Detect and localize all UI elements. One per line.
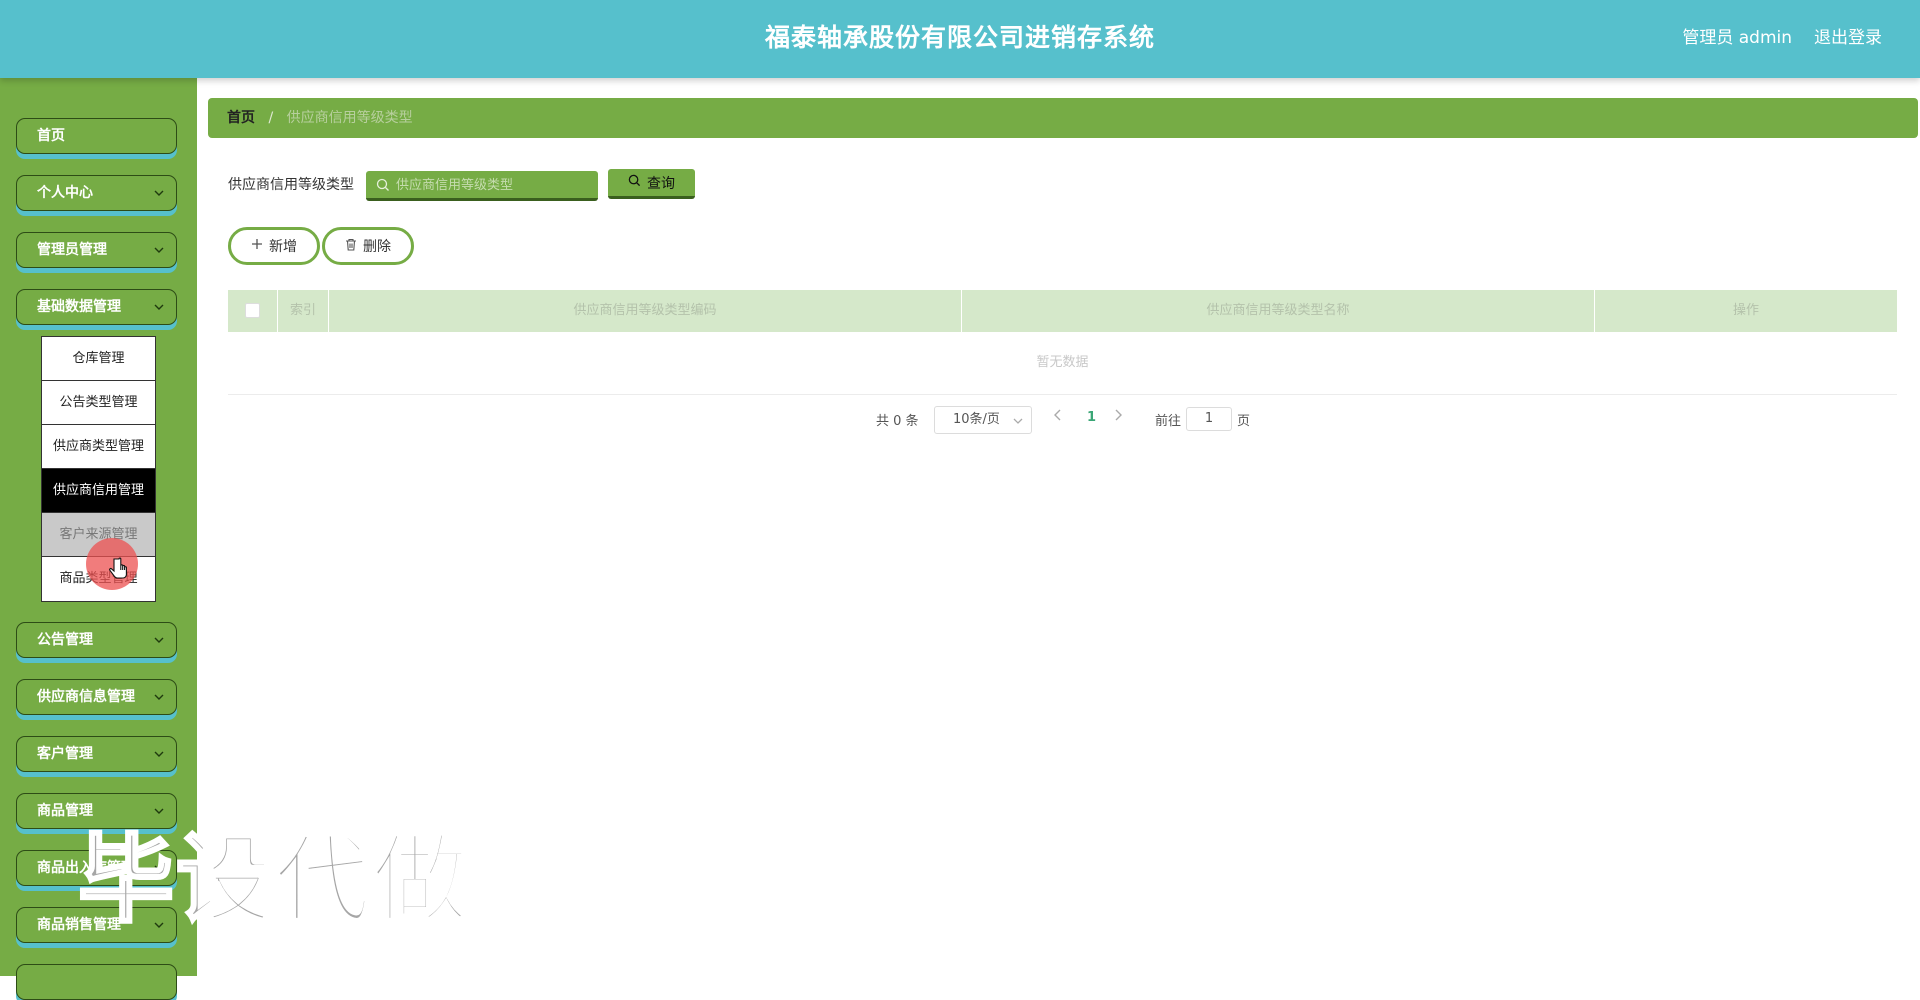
breadcrumb-separator: / xyxy=(268,110,274,126)
search-icon xyxy=(376,177,390,191)
sidebar-item-label: 供应商信息管理 xyxy=(37,689,135,705)
logout-link[interactable]: 退出登录 xyxy=(1814,0,1882,76)
chevron-down-icon xyxy=(152,737,166,771)
pagination: 共 0 条 10条/页 1 前往 1 页 xyxy=(0,406,1920,434)
hand-cursor-icon xyxy=(108,557,128,585)
add-button-label: 新增 xyxy=(269,239,297,255)
column-header-code: 供应商信用等级类型编码 xyxy=(329,290,962,332)
sidebar-item-notice[interactable]: 公告管理 xyxy=(16,622,177,658)
page-unit-label: 页 xyxy=(1237,414,1251,429)
sidebar-item-label: 客户管理 xyxy=(37,746,93,762)
sidebar-item-personal-center[interactable]: 个人中心 xyxy=(16,175,177,211)
query-button-label: 查询 xyxy=(647,175,675,192)
prev-page-button[interactable] xyxy=(1054,409,1062,425)
column-header-name: 供应商信用等级类型名称 xyxy=(962,290,1595,332)
sidebar-item-customer[interactable]: 客户管理 xyxy=(16,736,177,772)
goto-label: 前往 xyxy=(1155,414,1182,429)
chevron-down-icon xyxy=(152,176,166,210)
trash-icon xyxy=(345,238,357,255)
search-field[interactable] xyxy=(366,171,598,201)
pagination-total: 共 0 条 xyxy=(876,414,919,429)
breadcrumb-home[interactable]: 首页 xyxy=(227,110,255,126)
sidebar-item-home[interactable]: 首页 xyxy=(16,118,177,154)
sidebar-item-label: 基础数据管理 xyxy=(37,299,121,315)
sidebar-item-label: 管理员管理 xyxy=(37,242,107,258)
table-header: 索引 供应商信用等级类型编码 供应商信用等级类型名称 操作 xyxy=(228,290,1897,332)
select-all-cell[interactable] xyxy=(228,290,278,332)
next-page-button[interactable] xyxy=(1114,409,1122,425)
chevron-down-icon xyxy=(152,233,166,267)
chevron-left-icon xyxy=(1054,409,1061,421)
search-icon xyxy=(628,174,641,191)
page-size-value: 10条/页 xyxy=(953,412,1000,427)
sidebar-item-basic-data[interactable]: 基础数据管理 xyxy=(16,289,177,325)
sidebar-item-more[interactable] xyxy=(16,964,177,1000)
select-all-checkbox[interactable] xyxy=(245,303,260,318)
delete-button[interactable]: 删除 xyxy=(322,227,414,265)
watermark-text: 毕设代做 xyxy=(77,823,470,938)
chevron-right-icon xyxy=(1115,409,1122,421)
sidebar-item-label: 个人中心 xyxy=(37,185,93,201)
sidebar-item-supplier-info[interactable]: 供应商信息管理 xyxy=(16,679,177,715)
add-button[interactable]: 新增 xyxy=(228,227,320,265)
breadcrumb: 首页 / 供应商信用等级类型 xyxy=(208,98,1918,138)
search-label: 供应商信用等级类型 xyxy=(228,177,354,193)
search-input[interactable] xyxy=(394,171,596,200)
chevron-down-icon xyxy=(152,680,166,714)
chevron-down-icon xyxy=(152,290,166,324)
page-size-select[interactable]: 10条/页 xyxy=(934,406,1032,434)
app-title: 福泰轴承股份有限公司进销存系统 xyxy=(764,23,1155,52)
chevron-down-icon xyxy=(1013,408,1023,434)
breadcrumb-current: 供应商信用等级类型 xyxy=(286,110,413,126)
submenu-item-supplier-credit[interactable]: 供应商信用管理 xyxy=(42,469,155,513)
sidebar-item-label: 首页 xyxy=(37,128,65,144)
page-number-current[interactable]: 1 xyxy=(1087,410,1096,425)
delete-button-label: 删除 xyxy=(363,239,391,255)
chevron-down-icon xyxy=(152,623,166,657)
column-header-index: 索引 xyxy=(278,290,329,332)
column-header-actions: 操作 xyxy=(1732,303,1759,318)
top-header: 福泰轴承股份有限公司进销存系统 管理员 admin 退出登录 xyxy=(0,0,1920,78)
submenu-item-warehouse[interactable]: 仓库管理 xyxy=(42,337,155,381)
sidebar-item-admin-management[interactable]: 管理员管理 xyxy=(16,232,177,268)
goto-page-input[interactable]: 1 xyxy=(1186,407,1232,431)
sidebar-item-label: 公告管理 xyxy=(37,632,93,648)
current-user: 管理员 admin xyxy=(1682,28,1792,48)
query-button[interactable]: 查询 xyxy=(608,169,695,199)
plus-icon xyxy=(251,238,263,254)
table-empty-state: 暂无数据 xyxy=(228,332,1897,395)
